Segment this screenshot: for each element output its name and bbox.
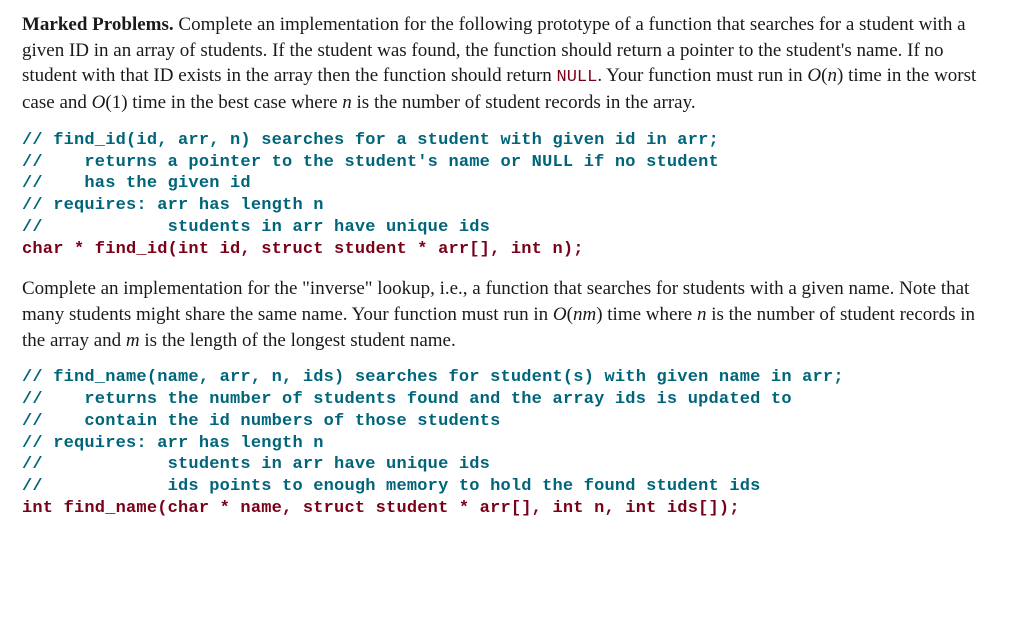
paren-2: (1)	[105, 92, 127, 113]
section-heading: Marked Problems.	[22, 14, 174, 35]
code1-comment-5: // students in arr have unique ids	[22, 218, 490, 237]
code2-comment-4: // requires: arr has length n	[22, 434, 324, 453]
nm: nm	[573, 304, 596, 325]
code1-comment-3: // has the given id	[22, 174, 251, 193]
code2-comment-6: // ids points to enough memory to hold t…	[22, 477, 761, 496]
code2-comment-1: // find_name(name, arr, n, ids) searches…	[22, 368, 844, 387]
code-block-2: // find_name(name, arr, n, ids) searches…	[22, 367, 990, 519]
problem2-paragraph: Complete an implementation for the "inve…	[22, 276, 990, 353]
problem1-paragraph: Marked Problems. Complete an implementat…	[22, 12, 990, 116]
problem1-text-d: time in the best case where	[128, 92, 343, 113]
code1-comment-1: // find_id(id, arr, n) searches for a st…	[22, 131, 719, 150]
code2-comment-3: // contain the id numbers of those stude…	[22, 412, 500, 431]
n-2: n	[342, 92, 352, 113]
m: m	[126, 330, 140, 351]
code2-comment-5: // students in arr have unique ids	[22, 455, 490, 474]
problem1-text-b: . Your function must run in	[597, 65, 807, 86]
problem2-text-b: time where	[603, 304, 697, 325]
code2-signature: int find_name(char * name, struct studen…	[22, 499, 740, 518]
null-token: NULL	[557, 68, 598, 87]
code2-comment-2: // returns the number of students found …	[22, 390, 792, 409]
bigO-1: O	[807, 65, 821, 86]
code1-signature: char * find_id(int id, struct student * …	[22, 240, 584, 259]
bigO-2: O	[92, 92, 106, 113]
code-block-1: // find_id(id, arr, n) searches for a st…	[22, 130, 990, 261]
code1-comment-4: // requires: arr has length n	[22, 196, 324, 215]
code1-comment-2: // returns a pointer to the student's na…	[22, 153, 719, 172]
n-1: n	[827, 65, 837, 86]
bigO-3: O	[553, 304, 567, 325]
problem1-text-e: is the number of student records in the …	[352, 92, 696, 113]
problem2-text-d: is the length of the longest student nam…	[140, 330, 456, 351]
